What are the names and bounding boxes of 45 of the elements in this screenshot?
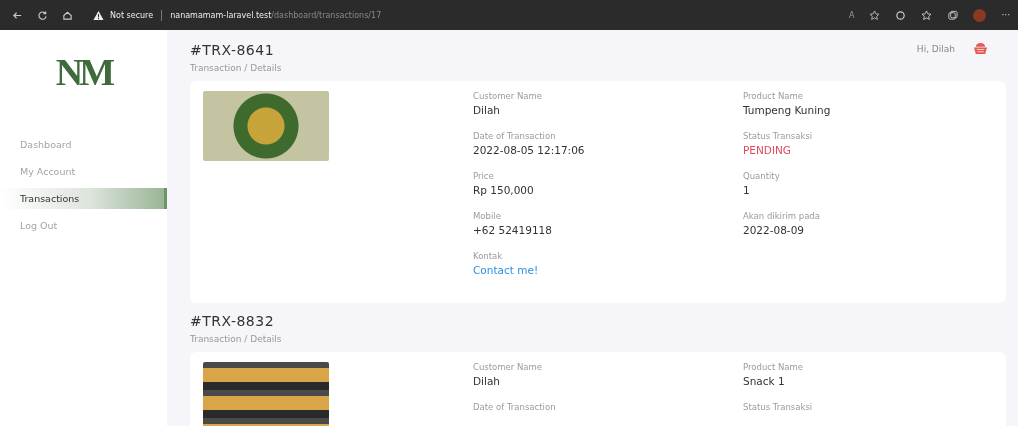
field-label: Price xyxy=(473,171,494,181)
field-value: Snack 1 xyxy=(743,375,785,387)
field-label: Akan dikirim pada xyxy=(743,211,820,221)
transaction-id: #TRX-8641 xyxy=(190,42,275,58)
collections-icon[interactable] xyxy=(947,9,959,21)
sidebar-item[interactable]: Dashboard xyxy=(0,134,167,155)
warning-icon xyxy=(93,9,104,21)
field-value: Tumpeng Kuning xyxy=(743,104,831,116)
refresh-icon[interactable] xyxy=(37,9,48,21)
field-label: Mobile xyxy=(473,211,501,221)
sidebar-item[interactable]: Log Out xyxy=(0,215,167,236)
field-value: 2022-08-05 12:17:06 xyxy=(473,144,585,156)
read-aloud-icon[interactable]: A xyxy=(848,10,855,20)
logo: NM xyxy=(55,50,112,94)
field-value: 2022-08-09 xyxy=(743,224,805,236)
breadcrumb: Transaction / Details xyxy=(190,63,282,73)
sidebar-item[interactable]: My Account xyxy=(0,161,167,182)
security-label: Not secure xyxy=(110,10,154,20)
field-label: Customer Name xyxy=(473,362,543,372)
field-label: Customer Name xyxy=(473,91,543,101)
field-label: Quantity xyxy=(743,171,780,181)
breadcrumb: Transaction / Details xyxy=(190,334,282,344)
field-value: Rp 150,000 xyxy=(473,184,534,196)
contact-link[interactable]: Contact me! xyxy=(473,264,539,276)
field-value: 1 xyxy=(743,184,750,196)
favorites-icon[interactable] xyxy=(921,9,933,21)
home-icon[interactable] xyxy=(62,9,73,21)
basket-icon[interactable] xyxy=(973,42,988,55)
transaction-id: #TRX-8832 xyxy=(190,313,275,329)
star-icon[interactable] xyxy=(869,9,881,21)
greeting-text: Hi, Dilah xyxy=(916,43,955,54)
field-value: Dilah xyxy=(473,104,500,116)
field-value: Dilah xyxy=(473,375,500,387)
more-menu[interactable]: ··· xyxy=(1001,10,1010,20)
field-label: Date of Transaction xyxy=(473,402,556,412)
address-bar-url[interactable]: nanamamam-laravel.test/dashboard/transactions/17 xyxy=(170,10,382,20)
field-label: Product Name xyxy=(743,91,804,101)
field-label: Kontak xyxy=(473,251,503,261)
field-label: Date of Transaction xyxy=(473,131,556,141)
status-value: PENDING xyxy=(743,144,791,156)
extension-icon[interactable] xyxy=(895,9,907,21)
field-label: Status Transaksi xyxy=(743,131,813,141)
field-label: Product Name xyxy=(743,362,804,372)
field-label: Status Transaksi xyxy=(743,402,813,412)
field-value: +62 52419118 xyxy=(473,224,552,236)
